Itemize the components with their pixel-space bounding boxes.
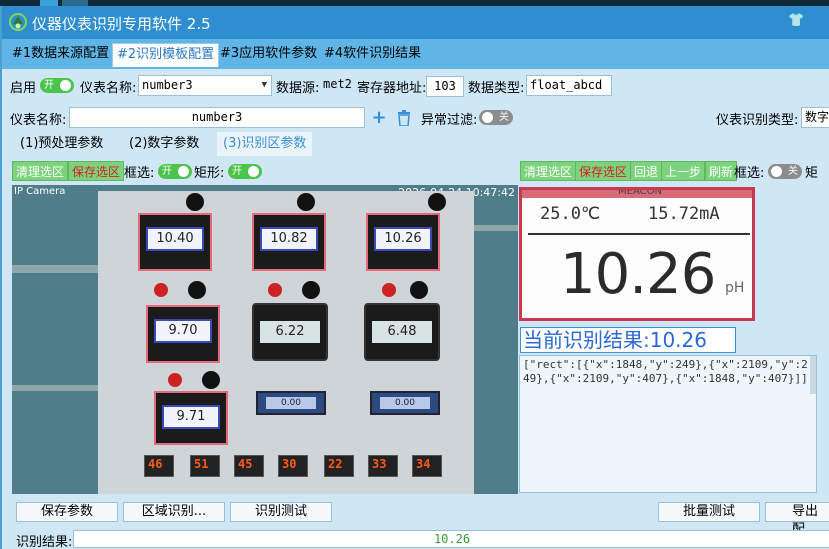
sub-tab-bar: (1)预处理参数 (2)数字参数 (3)识别区参数 bbox=[2, 132, 829, 157]
result-value-field: 10.26 bbox=[73, 530, 829, 548]
skin-shirt-icon[interactable]: 👕 bbox=[788, 13, 804, 29]
export-config-button[interactable]: 导出配 bbox=[765, 502, 829, 537]
crop-unit: pH bbox=[725, 280, 745, 296]
register-label: 寄存器地址: bbox=[357, 81, 427, 96]
refresh-button[interactable]: 刷新 bbox=[705, 161, 738, 181]
recog-test-button[interactable]: 识别测试 bbox=[230, 502, 332, 522]
ph-meter: 9.70 bbox=[146, 305, 220, 363]
add-icon[interactable]: + bbox=[371, 109, 387, 127]
batch-test-button[interactable]: 批量测试 bbox=[658, 502, 760, 522]
box-select-toggle[interactable]: 开 bbox=[158, 164, 192, 179]
led-display: 51 bbox=[190, 455, 220, 477]
app-window: 仪器仪表识别专用软件 2.5 👕 #1数据来源配置 #2识别模板配置 #3应用软… bbox=[0, 6, 829, 549]
tab-data-source[interactable]: #1数据来源配置 bbox=[8, 43, 113, 67]
recognition-crop-preview: MEACON 25.0℃ 15.72mA 10.26 pH bbox=[519, 187, 755, 321]
meter-config-row: 启用 开 仪表名称: number3 ▼ 数据源: met2 寄存器地址: 10… bbox=[2, 71, 829, 99]
ph-meter: 9.71 bbox=[154, 391, 228, 445]
datasource-value: met2 bbox=[323, 77, 352, 91]
conductivity-meter: 6.22 bbox=[252, 303, 328, 361]
led-display: 30 bbox=[278, 455, 308, 477]
instrument-cabinet: 10.40 10.82 10.26 9.70 6.22 6.48 9.71 0.… bbox=[98, 191, 474, 494]
save-selection-button-right[interactable]: 保存选区 bbox=[575, 161, 632, 181]
enable-toggle[interactable]: 开 bbox=[40, 78, 74, 93]
flow-meter: 0.00 bbox=[370, 391, 440, 415]
datasource-label: 数据源: bbox=[276, 81, 320, 96]
rect-label-right: 矩 bbox=[805, 166, 819, 181]
tab-recog-results[interactable]: #4软件识别结果 bbox=[320, 43, 425, 67]
current-result-display: 当前识别结果:10.26 bbox=[520, 327, 736, 353]
recog-type-select[interactable]: 数字 bbox=[801, 107, 829, 128]
scrollbar[interactable] bbox=[810, 356, 816, 394]
flow-meter: 0.00 bbox=[256, 391, 326, 415]
selection-toolbar: 清理选区 保存选区 框选: 开 矩形: 开 清理选区 保存选区 回退 上一步 刷… bbox=[2, 159, 829, 183]
datatype-label: 数据类型: bbox=[468, 81, 525, 96]
crop-temperature: 25.0℃ bbox=[540, 204, 601, 224]
crop-main-value: 10.26 bbox=[560, 242, 716, 307]
tab-app-params[interactable]: #3应用软件参数 bbox=[216, 43, 321, 67]
ph-meter: 10.40 bbox=[138, 213, 212, 271]
meter-name-input[interactable]: number3 bbox=[69, 107, 365, 128]
enable-label: 启用 bbox=[10, 81, 37, 96]
meter-name-row: 仪表名称: number3 + 异常过滤: 关 仪表识别类型: 数字 bbox=[2, 106, 829, 130]
datatype-field[interactable]: float_abcd bbox=[526, 75, 612, 96]
tab-preprocess[interactable]: (1)预处理参数 bbox=[14, 132, 109, 156]
abnormal-filter-toggle[interactable]: 关 bbox=[479, 110, 513, 125]
result-label: 识别结果: bbox=[16, 535, 73, 549]
tab-template-config[interactable]: #2识别模板配置 bbox=[112, 43, 220, 67]
main-tab-bar: #1数据来源配置 #2识别模板配置 #3应用软件参数 #4软件识别结果 bbox=[2, 42, 829, 68]
box-select-toggle-right[interactable]: 关 bbox=[768, 164, 802, 179]
template-config-panel: 启用 开 仪表名称: number3 ▼ 数据源: met2 寄存器地址: 10… bbox=[2, 69, 829, 549]
rect-toggle[interactable]: 开 bbox=[228, 164, 262, 179]
box-select-label-right: 框选: bbox=[734, 166, 765, 181]
title-bar: 仪器仪表识别专用软件 2.5 👕 bbox=[2, 6, 829, 39]
region-coords-textbox[interactable]: ["rect":[{"x":1848,"y":249},{"x":2109,"y… bbox=[519, 355, 817, 493]
led-display: 34 bbox=[412, 455, 442, 477]
recog-type-label: 仪表识别类型: bbox=[716, 113, 799, 128]
register-address-input[interactable]: 103 bbox=[426, 76, 464, 97]
chevron-down-icon: ▼ bbox=[261, 80, 267, 90]
clear-selection-button[interactable]: 清理选区 bbox=[12, 161, 69, 181]
window-title: 仪器仪表识别专用软件 2.5 bbox=[32, 15, 211, 33]
ph-meter: 10.26 bbox=[366, 213, 440, 271]
camera-view[interactable]: IP Camera 2026-04-24 10:47:42 10.40 10.8… bbox=[12, 185, 518, 494]
led-display: 45 bbox=[234, 455, 264, 477]
save-selection-button[interactable]: 保存选区 bbox=[68, 161, 125, 181]
tab-digit-params[interactable]: (2)数字参数 bbox=[123, 132, 205, 156]
region-recog-button[interactable]: 区域识别... bbox=[123, 502, 225, 522]
led-display: 22 bbox=[324, 455, 354, 477]
led-display: 46 bbox=[144, 455, 174, 477]
abnormal-filter-label: 异常过滤: bbox=[421, 113, 478, 128]
clear-selection-button-right[interactable]: 清理选区 bbox=[520, 161, 577, 181]
ph-meter: 10.82 bbox=[252, 213, 326, 271]
trash-icon[interactable] bbox=[397, 110, 411, 126]
prev-step-button[interactable]: 上一步 bbox=[661, 161, 706, 181]
meter-name-label: 仪表名称: bbox=[80, 81, 137, 96]
save-params-button[interactable]: 保存参数 bbox=[16, 502, 118, 522]
result-row: 识别结果: 10.26 bbox=[2, 528, 829, 549]
meter-name-label-2: 仪表名称: bbox=[10, 113, 67, 128]
revert-button[interactable]: 回退 bbox=[630, 161, 663, 181]
led-display: 33 bbox=[368, 455, 398, 477]
tab-recog-area[interactable]: (3)识别区参数 bbox=[217, 132, 313, 156]
conductivity-meter: 6.48 bbox=[364, 303, 440, 361]
app-logo-icon bbox=[9, 13, 27, 31]
camera-label: IP Camera bbox=[14, 186, 66, 197]
action-button-row: 保存参数 区域识别... 识别测试 批量测试 导出配 bbox=[2, 500, 829, 537]
meter-name-select[interactable]: number3 ▼ bbox=[138, 75, 272, 96]
rect-label: 矩形: bbox=[194, 166, 225, 181]
crop-current: 15.72mA bbox=[648, 204, 720, 224]
box-select-label: 框选: bbox=[124, 166, 155, 181]
